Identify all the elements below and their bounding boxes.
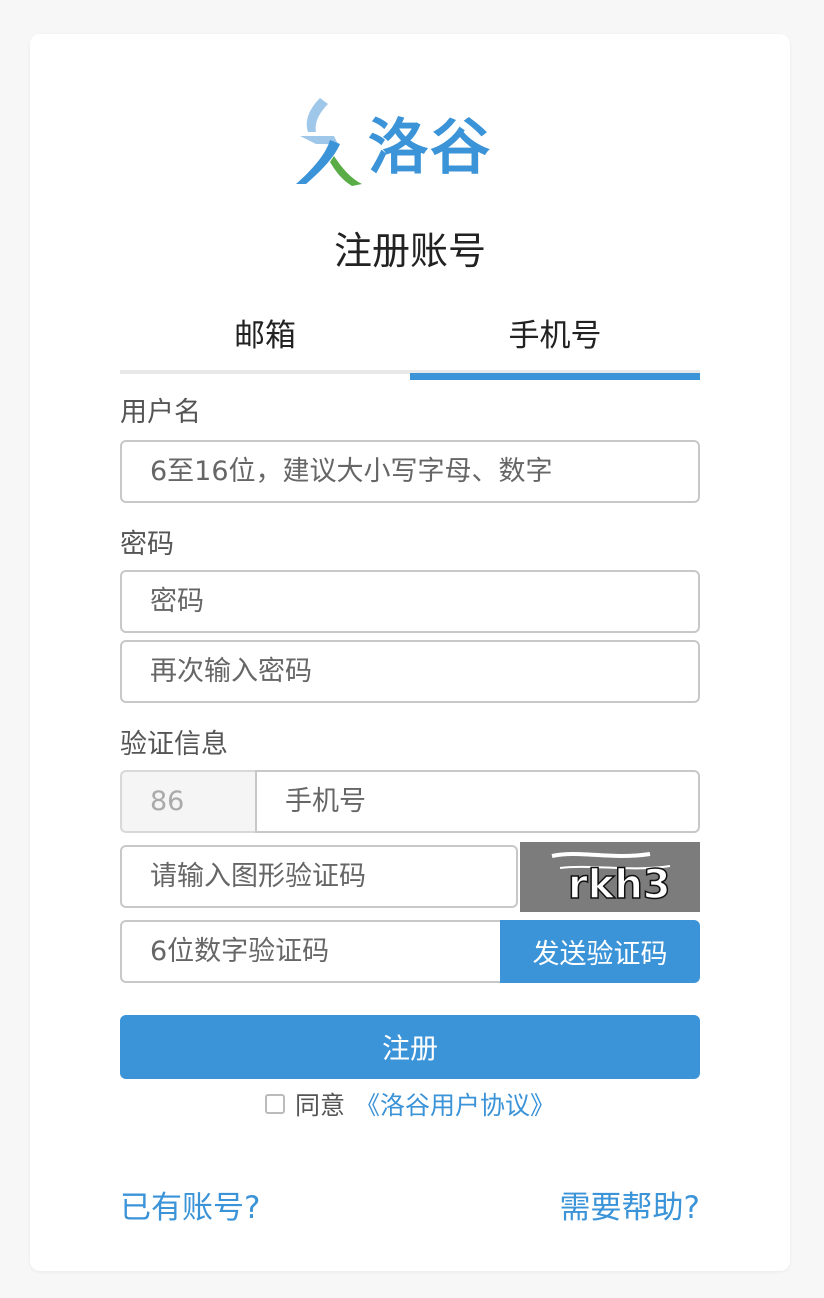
captcha-input[interactable] xyxy=(120,845,518,908)
password-label: 密码 xyxy=(120,529,174,560)
verify-label: 验证信息 xyxy=(120,729,228,760)
luogu-logo-icon xyxy=(296,98,362,186)
need-help-link[interactable]: 需要帮助? xyxy=(560,1182,700,1227)
agree-checkbox[interactable] xyxy=(264,1094,285,1114)
captcha-picture: rkh3 xyxy=(551,852,671,909)
agreement-link[interactable]: 《洛谷用户协议》 xyxy=(355,1086,555,1122)
agreement-row: 同意 《洛谷用户协议》 xyxy=(30,1086,790,1122)
phone-input[interactable] xyxy=(255,770,700,833)
brand-name: 洛谷 xyxy=(368,112,492,183)
tab-email[interactable]: 邮箱 xyxy=(120,312,410,370)
username-input[interactable] xyxy=(120,440,700,503)
password-input[interactable] xyxy=(120,570,700,633)
password-confirm-input[interactable] xyxy=(120,640,700,703)
country-code: 86 xyxy=(120,770,257,833)
have-account-link[interactable]: 已有账号? xyxy=(120,1182,260,1227)
tab-phone[interactable]: 手机号 xyxy=(410,312,700,380)
captcha-image[interactable]: rkh3 xyxy=(520,842,700,912)
svg-text:rkh3: rkh3 xyxy=(568,862,671,908)
register-card: 洛谷 注册账号 邮箱 手机号 用户名 密码 验证信息 86 rkh3 发送验证码… xyxy=(30,34,790,1271)
send-code-button[interactable]: 发送验证码 xyxy=(500,920,700,983)
agree-text: 同意 xyxy=(294,1091,345,1120)
register-tabs: 邮箱 手机号 xyxy=(120,312,700,380)
page-title: 注册账号 xyxy=(333,229,486,273)
username-label: 用户名 xyxy=(120,397,201,428)
sms-code-input[interactable] xyxy=(120,920,505,983)
register-button[interactable]: 注册 xyxy=(120,1015,700,1079)
luogu-logo: 洛谷 xyxy=(290,94,530,190)
